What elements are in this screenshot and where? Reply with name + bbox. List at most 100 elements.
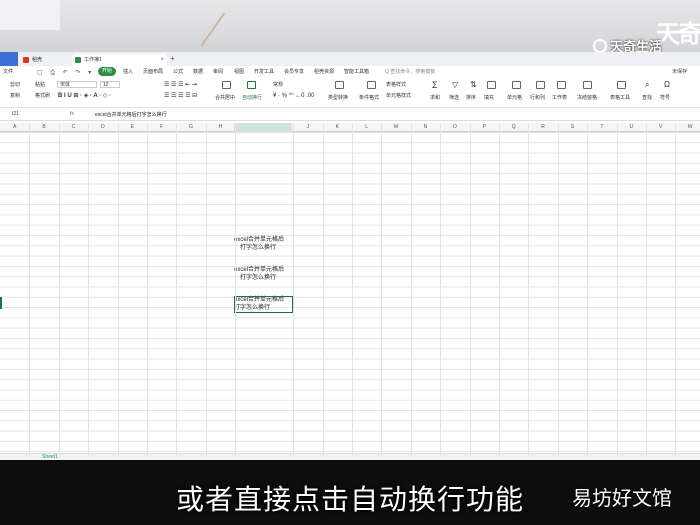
freeze-panes-button[interactable]: 冻结窗格 [577, 94, 597, 101]
sum-button[interactable]: 求和 [430, 94, 440, 101]
find-button[interactable]: 查找 [642, 94, 652, 101]
column-header-e[interactable]: E [118, 124, 147, 130]
unsaved-status[interactable]: 未保存 [672, 68, 687, 75]
font-size-select[interactable]: 12 [100, 81, 120, 88]
copy-button[interactable]: 复制 [10, 92, 20, 99]
column-header-h[interactable]: H [206, 124, 235, 130]
menu-member[interactable]: 会员专享 [284, 68, 304, 75]
align-top-icons[interactable]: ☰ ☰ ☰ ⇤ ⇥ [164, 81, 197, 88]
table-style-button[interactable]: 表格样式 [386, 81, 406, 88]
column-gridline [440, 123, 442, 457]
merge-icon [222, 81, 231, 89]
tab-bar: 稻壳 工作簿1 × + [0, 52, 700, 66]
column-header-r[interactable]: R [528, 124, 557, 130]
sum-icon: Σ [432, 80, 438, 90]
quick-access-icons[interactable]: ▢ ⎙ ↶ ↷ ▾ [37, 69, 94, 77]
number-format-select[interactable]: 常规 [273, 81, 283, 88]
column-header-n[interactable]: N [411, 124, 440, 130]
formula-input[interactable]: excel合并单元格后打字怎么换行 [95, 111, 167, 118]
menu-data[interactable]: 数据 [193, 68, 203, 75]
font-family-select[interactable]: 宋体 [57, 81, 97, 88]
menu-formulas[interactable]: 公式 [173, 68, 183, 75]
column-gridline [176, 123, 178, 457]
docer-icon [23, 57, 29, 63]
paste-button[interactable]: 粘贴 [35, 81, 45, 88]
column-gridline [499, 123, 500, 457]
column-header-a[interactable]: A [0, 124, 29, 130]
format-painter-button[interactable]: 格式刷 [35, 92, 50, 99]
column-header-p[interactable]: P [470, 124, 499, 130]
symbol-button[interactable]: 符号 [660, 94, 670, 101]
cell-text-2[interactable]: excel合并单元格后 打字怎么换行 [234, 266, 292, 282]
column-header-o[interactable]: O [440, 124, 469, 130]
column-header-v[interactable]: V [646, 124, 675, 130]
name-box[interactable]: I21 [12, 111, 19, 117]
active-row-marker [0, 297, 2, 309]
menu-view[interactable]: 视图 [234, 68, 244, 75]
column-header-d[interactable]: D [88, 124, 117, 130]
cell-grid[interactable] [0, 132, 700, 457]
fill-icon [487, 81, 496, 89]
tab-docer[interactable]: 稻壳 [20, 54, 70, 66]
column-gridline [322, 123, 324, 457]
cell-text-1[interactable]: excel合并单元格后 打字怎么换行 [234, 236, 292, 252]
cut-button[interactable]: 剪切 [10, 81, 20, 88]
active-cell-border [234, 296, 293, 313]
menu-page-layout[interactable]: 页面布局 [143, 68, 163, 75]
menu-file[interactable]: 文件 [3, 68, 13, 75]
type-convert-button[interactable]: 类型转换 [328, 94, 348, 101]
table-tools-button[interactable]: 表格工具 [610, 94, 630, 101]
filter-button[interactable]: 筛选 [449, 94, 459, 101]
cell-button[interactable]: 单元格 [507, 94, 522, 101]
sheet-bar: Sheet1 [0, 453, 700, 460]
sheet-tab[interactable]: Sheet1 [42, 454, 58, 460]
column-gridline [147, 123, 148, 457]
column-header-w[interactable]: W [675, 124, 700, 130]
cell-text-1-line1: excel合并单元格后 [234, 237, 285, 243]
fx-icon[interactable]: fx [70, 111, 74, 117]
column-header-q[interactable]: Q [499, 124, 528, 130]
menu-review[interactable]: 审阅 [213, 68, 223, 75]
menu-docer-resources[interactable]: 稻壳资源 [314, 68, 334, 75]
bold-button[interactable]: B I U ⊞ · ◈ · A · ◇ · [58, 92, 111, 99]
column-header-c[interactable]: C [59, 124, 88, 130]
column-gridline [29, 123, 31, 457]
column-header-f[interactable]: F [147, 124, 176, 130]
tab-workbook[interactable]: 工作簿1 × [72, 54, 167, 66]
column-header-b[interactable]: B [29, 124, 58, 130]
number-format-icons[interactable]: ¥ · % ⁰⁰ ←0 .00 [273, 92, 315, 99]
column-gridline [205, 123, 207, 457]
menu-developer[interactable]: 开发工具 [254, 68, 274, 75]
column-header-m[interactable]: M [381, 124, 410, 130]
column-header-l[interactable]: L [352, 124, 381, 130]
wrap-text-button[interactable]: 自动换行 [242, 94, 262, 101]
command-search[interactable]: Q 查找命令、搜索模板 [385, 68, 435, 75]
tab-docer-label: 稻壳 [32, 57, 43, 63]
align-bottom-icons[interactable]: ☰ ☰ ☰ ☰ ⊟ [164, 92, 197, 99]
menu-home[interactable]: 开始 [98, 67, 117, 76]
worksheet-button[interactable]: 工作表 [552, 94, 567, 101]
sort-button[interactable]: 排序 [466, 94, 476, 101]
spreadsheet-window: 稻壳 工作簿1 × + 文件 ▢ ⎙ ↶ ↷ ▾ 开始 插入 页面布局 公式 数… [0, 52, 700, 460]
new-tab-icon[interactable]: + [170, 54, 175, 63]
column-gridline [646, 123, 647, 457]
column-header-u[interactable]: U [617, 124, 646, 130]
row-col-button[interactable]: 行和列 [530, 94, 545, 101]
cell-style-button[interactable]: 单元格样式 [386, 92, 411, 99]
filter-icon: ▽ [452, 80, 459, 89]
column-header-k[interactable]: K [323, 124, 352, 130]
column-header-j[interactable]: J [293, 124, 322, 130]
menu-insert[interactable]: 插入 [123, 68, 133, 75]
menu-smart-toolbox[interactable]: 智能工具箱 [344, 68, 369, 75]
column-header-s[interactable]: S [558, 124, 587, 130]
close-tab-icon[interactable]: × [160, 54, 164, 66]
home-tab-block[interactable] [0, 52, 18, 66]
column-header-t[interactable]: T [587, 124, 616, 130]
fill-button[interactable]: 填充 [484, 94, 494, 101]
column-gridline [235, 123, 237, 457]
merge-center-button[interactable]: 合并居中 [215, 94, 235, 101]
column-header-g[interactable]: G [176, 124, 205, 130]
conditional-format-button[interactable]: 条件格式 [359, 94, 379, 101]
convert-icon [335, 81, 344, 89]
row-col-icon [536, 81, 545, 89]
